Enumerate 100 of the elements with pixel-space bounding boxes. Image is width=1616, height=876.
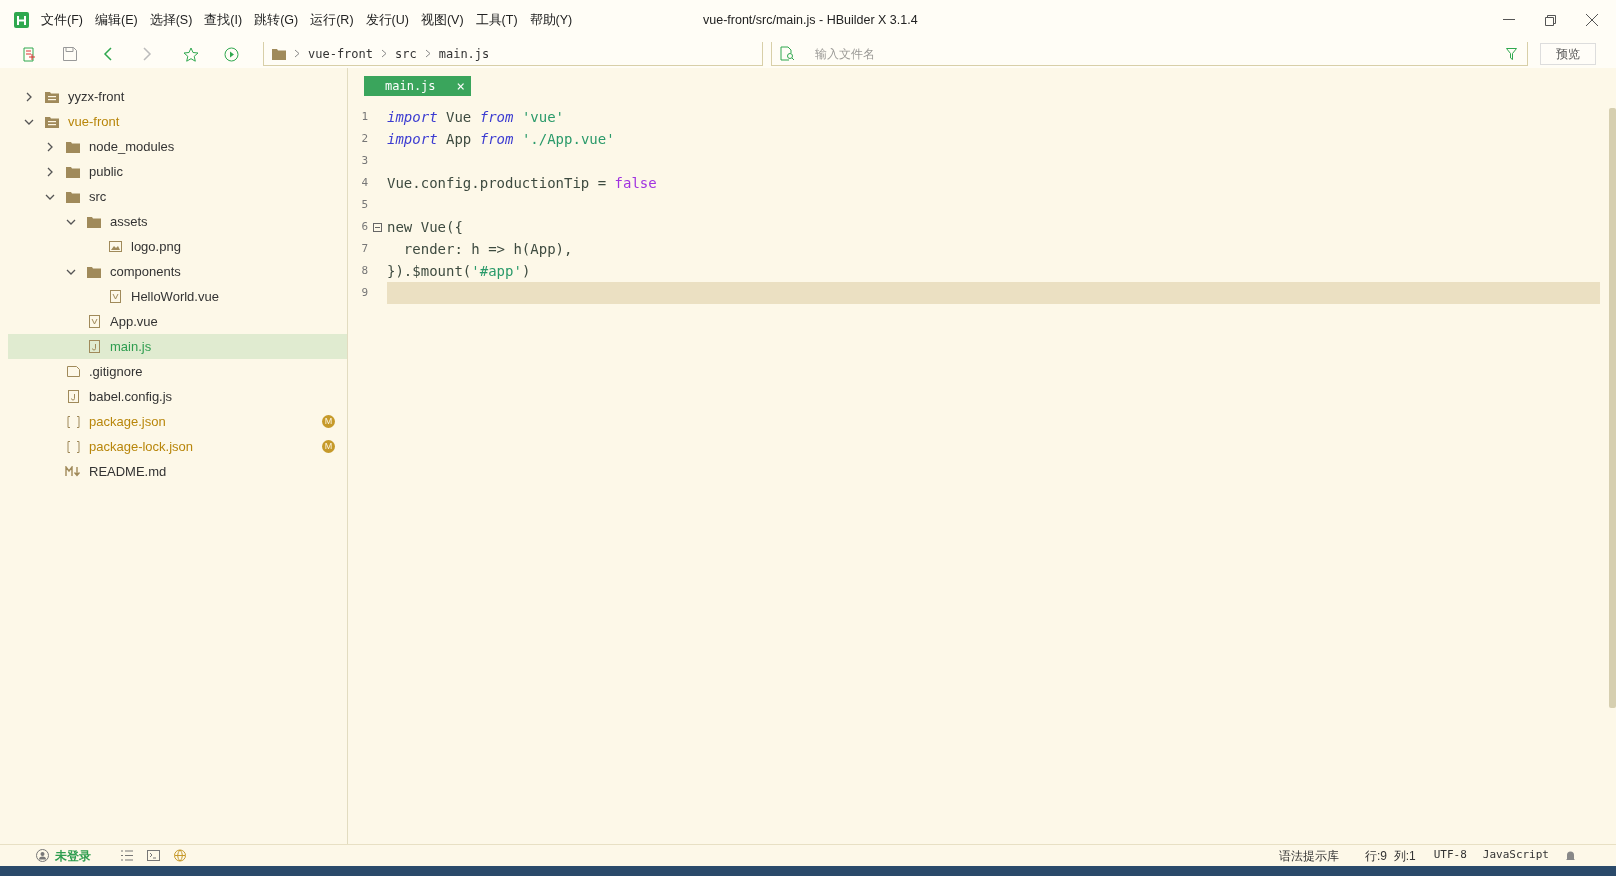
line-number: 7 <box>360 240 368 257</box>
tree-item[interactable]: node_modules <box>8 134 347 159</box>
user-icon[interactable] <box>36 849 49 862</box>
chevron-right-icon <box>294 49 300 58</box>
line-number: 2 <box>360 130 368 147</box>
file-search-field[interactable]: 输入文件名 <box>815 44 1506 63</box>
code-line: new Vue({ <box>387 217 463 237</box>
file-name: logo.png <box>131 237 181 256</box>
menu-item[interactable]: 查找(I) <box>204 10 243 30</box>
project-folder-icon <box>45 115 59 128</box>
tree-item[interactable]: App.vue <box>8 309 347 334</box>
file-name: vue-front <box>68 112 120 131</box>
chevron-right-icon <box>381 49 388 58</box>
close-icon[interactable] <box>1586 14 1598 26</box>
tree-item[interactable]: logo.png <box>8 234 347 259</box>
file-name: .gitignore <box>89 362 143 381</box>
bell-icon[interactable] <box>1565 849 1576 862</box>
window-title: vue-front/src/main.js - HBuilder X 3.1.4 <box>703 11 918 29</box>
vue-file-icon <box>109 290 121 303</box>
preview-button[interactable]: 预览 <box>1540 43 1596 65</box>
file-name: babel.config.js <box>89 387 173 406</box>
file-name: App.vue <box>110 312 158 331</box>
tree-item[interactable]: yyzx-front <box>8 84 347 109</box>
code-line: import App from './App.vue' <box>387 129 615 149</box>
tree-item[interactable]: README.md <box>8 459 347 484</box>
save-icon[interactable] <box>63 47 77 61</box>
star-icon[interactable] <box>183 46 199 62</box>
chevron-right-icon[interactable] <box>45 141 55 152</box>
scrollbar[interactable] <box>1609 108 1616 708</box>
menu-item[interactable]: 选择(S) <box>149 10 193 30</box>
markdown-icon <box>65 466 81 477</box>
file-name: public <box>89 162 123 181</box>
chevron-right-icon[interactable] <box>24 91 34 102</box>
image-file-icon <box>108 241 122 252</box>
file-name: package.json <box>89 412 166 431</box>
file-name: node_modules <box>89 137 175 156</box>
language-mode[interactable]: JavaScript <box>1482 847 1549 864</box>
folder-icon <box>272 47 286 60</box>
tree-item[interactable]: components <box>8 259 347 284</box>
new-file-icon[interactable] <box>22 46 37 62</box>
tree-item[interactable]: assets <box>8 209 347 234</box>
fold-icon[interactable] <box>373 222 382 232</box>
breadcrumb-item[interactable]: main.js <box>438 44 490 63</box>
menu-item[interactable]: 帮助(Y) <box>529 10 573 30</box>
tree-item[interactable]: .gitignore <box>8 359 347 384</box>
run-icon[interactable] <box>224 46 239 62</box>
brackets-icon <box>66 415 80 428</box>
menu-item[interactable]: 跳转(G) <box>254 10 299 30</box>
folder-icon <box>87 265 101 278</box>
line-number: 9 <box>360 284 368 301</box>
chevron-right-icon[interactable] <box>45 166 55 177</box>
app-logo-icon <box>14 12 29 28</box>
menu-item[interactable]: 视图(V) <box>420 10 464 30</box>
breadcrumb-item[interactable]: vue-front <box>308 44 374 63</box>
minimize-icon[interactable] <box>1503 19 1515 21</box>
file-name: components <box>110 262 181 281</box>
list-icon[interactable] <box>121 850 133 861</box>
vue-file-icon <box>88 315 100 328</box>
file-name: HelloWorld.vue <box>131 287 219 306</box>
line-number: 1 <box>360 108 368 125</box>
breadcrumb-item[interactable]: src <box>395 44 417 63</box>
terminal-icon[interactable] <box>147 850 160 861</box>
folder-icon <box>66 140 80 153</box>
folder-icon <box>87 215 101 228</box>
project-folder-icon <box>45 90 59 103</box>
globe-icon[interactable] <box>174 849 188 862</box>
line-number: 3 <box>360 152 368 169</box>
filter-icon[interactable] <box>1506 47 1517 60</box>
folder-icon <box>66 165 80 178</box>
tree-item[interactable]: babel.config.js <box>8 384 347 409</box>
encoding[interactable]: UTF-8 <box>1433 847 1467 864</box>
js-file-icon <box>67 390 79 403</box>
file-name: README.md <box>89 462 167 481</box>
code-line: Vue.config.productionTip = false <box>387 173 657 193</box>
tree-item[interactable]: public <box>8 159 347 184</box>
line-number: 6 <box>360 218 368 235</box>
code-line: render: h => h(App), <box>402 239 573 259</box>
file-name: src <box>89 187 107 206</box>
cursor-position[interactable]: 行:9 列:1 <box>1364 846 1416 865</box>
menu-item[interactable]: 发行(U) <box>365 10 409 30</box>
back-icon[interactable] <box>103 47 112 61</box>
js-file-icon <box>88 340 100 353</box>
tree-item[interactable]: src <box>8 184 347 209</box>
menu-item[interactable]: 运行(R) <box>310 10 354 30</box>
menu-item[interactable]: 编辑(E) <box>94 10 138 30</box>
restore-icon[interactable] <box>1545 14 1556 26</box>
tree-item[interactable]: HelloWorld.vue <box>8 284 347 309</box>
modified-badge: M <box>322 415 335 428</box>
chevron-right-icon <box>424 49 431 58</box>
folder-icon <box>66 190 80 203</box>
file-icon <box>66 366 80 377</box>
file-name: yyzx-front <box>68 87 125 106</box>
syntax-library[interactable]: 语法提示库 <box>1278 846 1339 865</box>
line-number: 5 <box>360 196 368 213</box>
file-search-box[interactable]: 输入文件名 <box>771 42 1528 66</box>
menu-item[interactable]: 工具(T) <box>475 10 518 30</box>
menu-item[interactable]: 文件(F) <box>41 10 83 30</box>
modified-badge: M <box>322 440 335 453</box>
file-name: assets <box>110 212 148 231</box>
line-number: 8 <box>360 262 368 279</box>
